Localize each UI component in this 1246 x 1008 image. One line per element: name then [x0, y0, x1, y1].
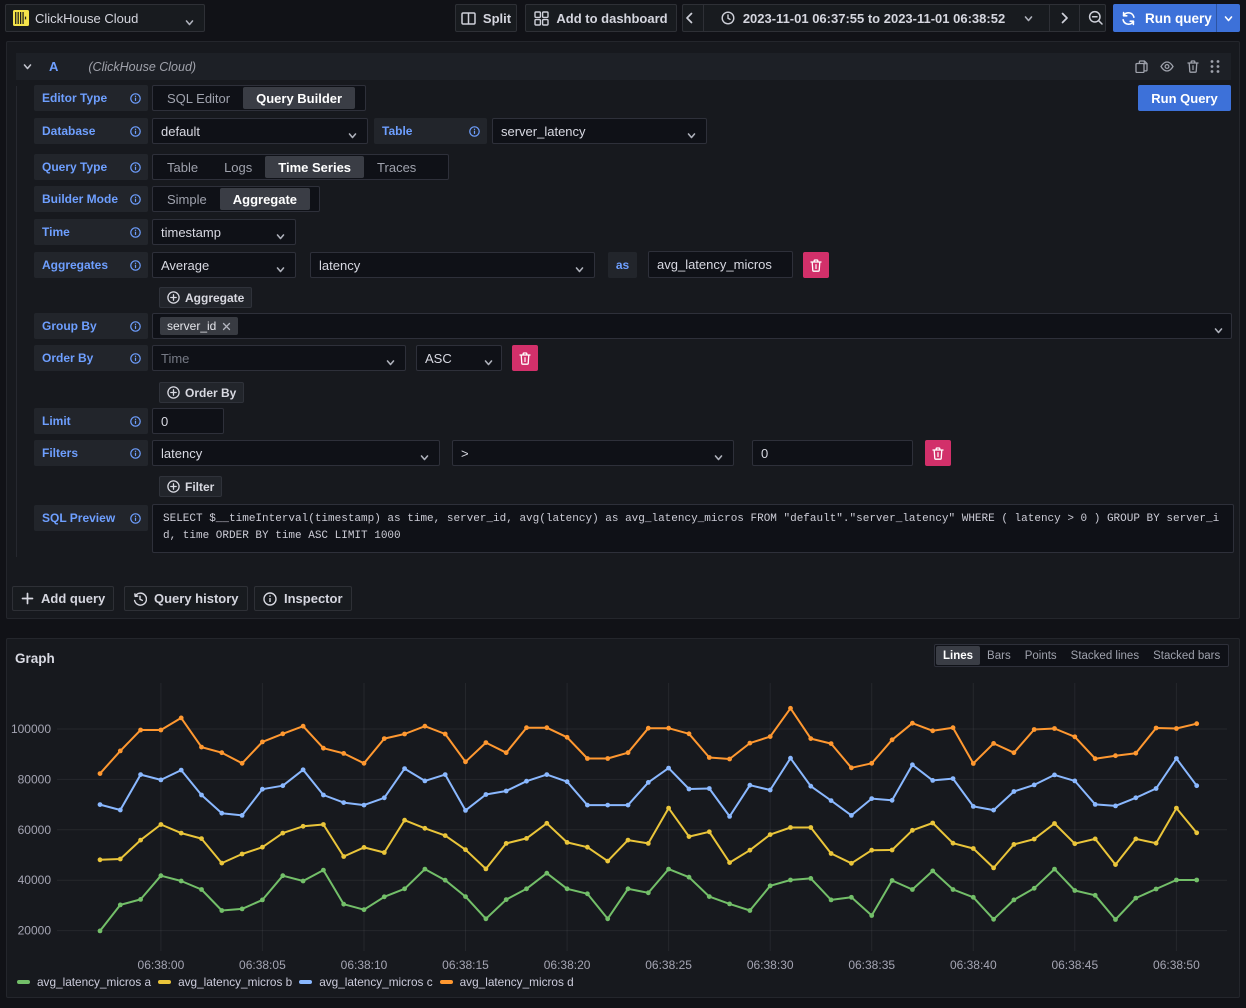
svg-text:80000: 80000 — [18, 772, 52, 786]
svg-text:06:38:30: 06:38:30 — [747, 958, 794, 972]
svg-text:06:38:20: 06:38:20 — [544, 958, 591, 972]
svg-text:20000: 20000 — [18, 924, 52, 938]
svg-text:60000: 60000 — [18, 823, 52, 837]
svg-text:06:38:15: 06:38:15 — [442, 958, 489, 972]
svg-text:100000: 100000 — [11, 722, 51, 736]
svg-text:06:38:40: 06:38:40 — [950, 958, 997, 972]
svg-text:06:38:05: 06:38:05 — [239, 958, 286, 972]
svg-text:06:38:10: 06:38:10 — [341, 958, 388, 972]
svg-text:06:38:45: 06:38:45 — [1051, 958, 1098, 972]
svg-text:06:38:25: 06:38:25 — [645, 958, 692, 972]
svg-text:06:38:35: 06:38:35 — [848, 958, 895, 972]
svg-text:06:38:50: 06:38:50 — [1153, 958, 1200, 972]
svg-text:40000: 40000 — [18, 873, 52, 887]
svg-text:06:38:00: 06:38:00 — [138, 958, 185, 972]
